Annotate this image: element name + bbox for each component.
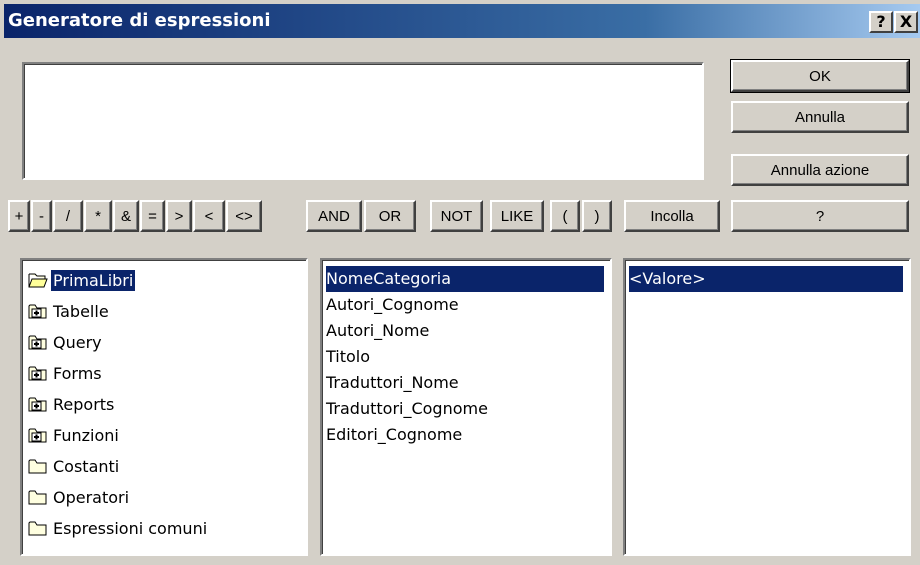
paste-button[interactable]: Incolla bbox=[624, 200, 720, 232]
operator-and-button[interactable]: AND bbox=[306, 200, 362, 232]
field-item[interactable]: Autori_Nome bbox=[326, 318, 429, 344]
ok-button[interactable]: OK bbox=[730, 59, 910, 93]
tree-item[interactable]: Tabelle bbox=[28, 297, 111, 325]
fields-list[interactable]: NomeCategoria Autori_Cognome Autori_Nome Ti… bbox=[320, 258, 612, 556]
tree-item[interactable]: Funzioni bbox=[28, 421, 121, 449]
open-folder-icon bbox=[28, 273, 48, 288]
tree-item-label: Tabelle bbox=[53, 301, 109, 321]
operator-less-than-button[interactable]: < bbox=[193, 200, 225, 232]
operator-close-paren-button[interactable]: ) bbox=[582, 200, 612, 232]
undo-button[interactable]: Annulla azione bbox=[731, 154, 909, 186]
tree-item[interactable]: Forms bbox=[28, 359, 104, 387]
operator-plus-button[interactable]: + bbox=[8, 200, 30, 232]
plus-folder-icon bbox=[28, 397, 47, 412]
tree-item-label: Query bbox=[53, 332, 102, 352]
field-item[interactable]: NomeCategoria bbox=[326, 266, 604, 292]
window-title: Generatore di espressioni bbox=[8, 10, 271, 31]
field-item[interactable]: Editori_Cognome bbox=[326, 422, 462, 448]
help-title-button[interactable]: ? bbox=[869, 11, 893, 33]
folder-icon bbox=[28, 459, 47, 474]
expression-builder-dialog: Generatore di espressioni ? X OK Annulla… bbox=[0, 0, 920, 565]
tree-item[interactable]: PrimaLibri bbox=[28, 266, 136, 294]
operator-divide-button[interactable]: / bbox=[53, 200, 83, 232]
value-item[interactable]: <Valore> bbox=[629, 266, 903, 292]
cancel-button[interactable]: Annulla bbox=[731, 101, 909, 133]
tree-item-label: Costanti bbox=[53, 456, 120, 476]
tree-item[interactable]: Operatori bbox=[28, 483, 131, 511]
values-list[interactable]: <Valore> bbox=[623, 258, 911, 556]
close-title-button[interactable]: X bbox=[894, 11, 918, 33]
folder-icon bbox=[28, 521, 47, 536]
operator-like-button[interactable]: LIKE bbox=[490, 200, 544, 232]
operator-equals-button[interactable]: = bbox=[140, 200, 165, 232]
expression-textbox[interactable] bbox=[22, 62, 704, 180]
help-button[interactable]: ? bbox=[731, 200, 909, 232]
tree-item-label: PrimaLibri bbox=[51, 269, 136, 291]
tree-item-label: Operatori bbox=[53, 487, 130, 507]
operator-not-button[interactable]: NOT bbox=[430, 200, 483, 232]
tree-item-label: Reports bbox=[53, 394, 115, 414]
operator-minus-button[interactable]: - bbox=[31, 200, 52, 232]
field-item[interactable]: Traduttori_Cognome bbox=[326, 396, 488, 422]
tree-item-label: Forms bbox=[53, 363, 102, 383]
operator-or-button[interactable]: OR bbox=[364, 200, 416, 232]
object-tree-list[interactable]: PrimaLibri Tabelle Query Forms Reports Funzio… bbox=[20, 258, 308, 556]
plus-folder-icon bbox=[28, 428, 47, 443]
plus-folder-icon bbox=[28, 335, 47, 350]
field-item[interactable]: Traduttori_Nome bbox=[326, 370, 459, 396]
field-item[interactable]: Titolo bbox=[326, 344, 370, 370]
operator-not-equal-button[interactable]: <> bbox=[226, 200, 262, 232]
plus-folder-icon bbox=[28, 366, 47, 381]
operator-open-paren-button[interactable]: ( bbox=[550, 200, 580, 232]
tree-item-label: Espressioni comuni bbox=[53, 518, 208, 538]
tree-item[interactable]: Query bbox=[28, 328, 104, 356]
title-bar[interactable]: Generatore di espressioni ? X bbox=[4, 4, 920, 38]
field-item[interactable]: Autori_Cognome bbox=[326, 292, 459, 318]
tree-item-label: Funzioni bbox=[53, 425, 119, 445]
operator-ampersand-button[interactable]: & bbox=[113, 200, 139, 232]
tree-item[interactable]: Espressioni comuni bbox=[28, 514, 209, 542]
tree-item[interactable]: Costanti bbox=[28, 452, 121, 480]
tree-item[interactable]: Reports bbox=[28, 390, 116, 418]
plus-folder-icon bbox=[28, 304, 47, 319]
operator-greater-than-button[interactable]: > bbox=[166, 200, 192, 232]
folder-icon bbox=[28, 490, 47, 505]
operator-multiply-button[interactable]: * bbox=[84, 200, 112, 232]
